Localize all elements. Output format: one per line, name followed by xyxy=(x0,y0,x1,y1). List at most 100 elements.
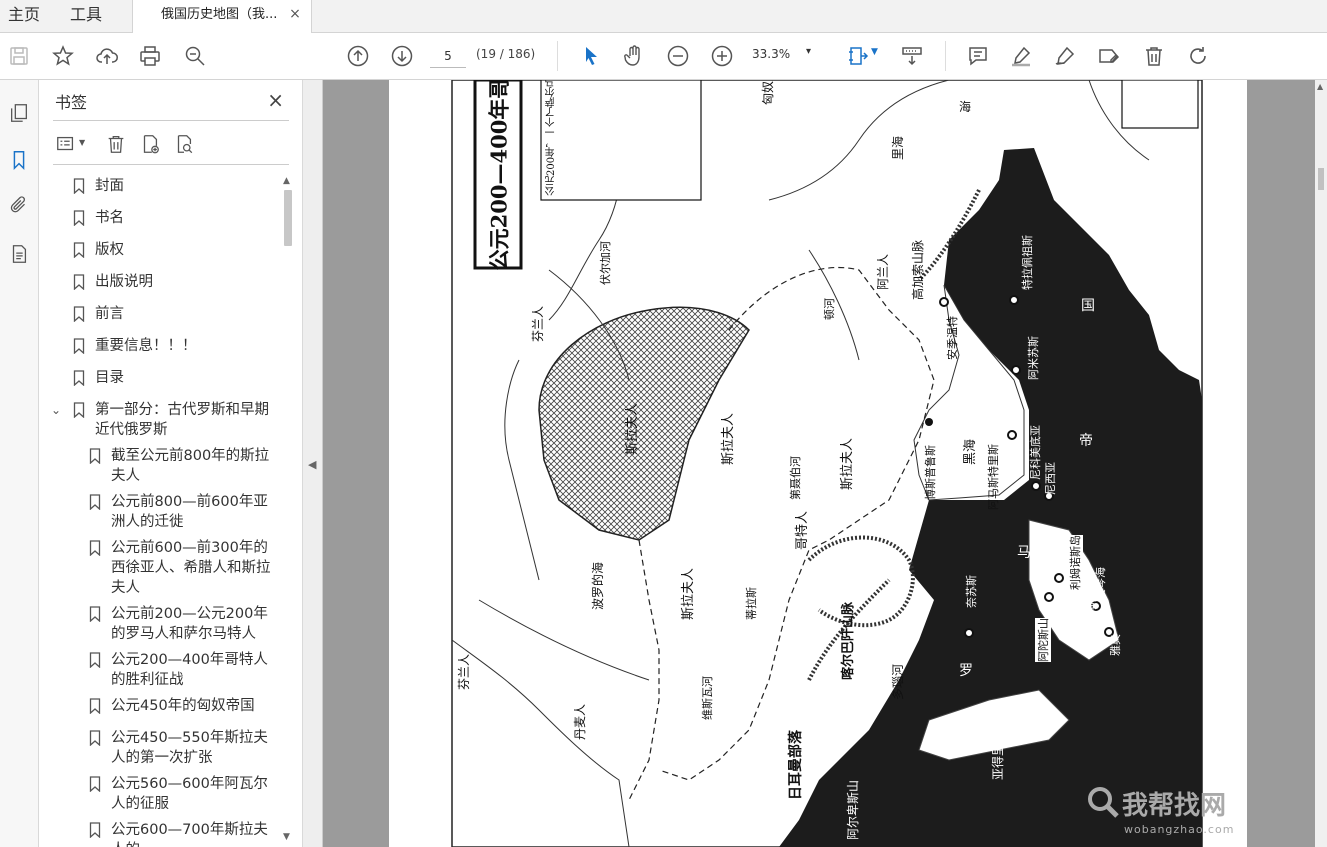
save-icon[interactable] xyxy=(6,43,32,69)
bookmark-icon xyxy=(73,306,85,322)
next-page-icon[interactable] xyxy=(389,43,415,69)
prev-page-icon[interactable] xyxy=(345,43,371,69)
bookmark-label: 公元前800—前600年亚洲人的迁徙 xyxy=(111,494,268,530)
star-icon[interactable] xyxy=(50,43,76,69)
document-scrollbar[interactable]: ▲ xyxy=(1315,80,1327,847)
close-tab-icon[interactable]: × xyxy=(287,6,303,22)
bookmark-icon xyxy=(89,540,101,556)
bookmark-icon xyxy=(73,338,85,354)
page-fit-dropdown-icon[interactable]: ▼ xyxy=(871,47,878,57)
bookmark-item[interactable]: 公元450—550年斯拉夫人的第一次扩张 xyxy=(39,728,279,768)
expand-chevron-icon[interactable]: ⌄ xyxy=(51,400,61,420)
sign-pen-icon[interactable] xyxy=(1052,43,1078,69)
document-icon[interactable] xyxy=(6,241,32,267)
panel-collapse-handle[interactable]: ◀ xyxy=(303,80,323,847)
bookmark-item[interactable]: 公元200—400年哥特人的胜利征战 xyxy=(39,650,279,690)
bookmark-icon xyxy=(89,652,101,668)
bookmark-item[interactable]: 公元600—700年斯拉夫人的... xyxy=(39,820,279,847)
menu-tools[interactable]: 工具 xyxy=(70,0,102,32)
label-alan: 阿兰人 xyxy=(876,253,890,290)
label-roman: 罗 xyxy=(959,663,973,679)
label-finn-2: 芬兰人 xyxy=(457,653,471,690)
upload-cloud-icon[interactable] xyxy=(94,43,120,69)
select-cursor-icon[interactable] xyxy=(578,43,604,69)
bookmark-item[interactable]: 公元前200—公元200年的罗马人和萨尔马特人 xyxy=(39,604,279,644)
options-dropdown-icon[interactable]: ▼ xyxy=(79,138,85,147)
bookmark-toolbar: ▼ xyxy=(53,120,289,165)
bookmark-label: 公元600—700年斯拉夫人的... xyxy=(111,822,268,847)
menu-bar: 主页 工具 俄国历史地图（我... × xyxy=(0,0,1327,33)
bookmark-item[interactable]: 截至公元前800年的斯拉夫人 xyxy=(39,446,279,486)
bookmark-item[interactable]: 版权 xyxy=(39,240,279,260)
close-panel-icon[interactable]: × xyxy=(267,88,284,112)
label-carpathian: 喀尔巴阡山脉 xyxy=(841,601,856,680)
menu-home[interactable]: 主页 xyxy=(8,0,40,32)
page-total: (19 / 186) xyxy=(476,47,536,61)
bookmark-icon[interactable] xyxy=(6,147,32,173)
edit-tag-icon[interactable] xyxy=(1096,43,1122,69)
bookmark-label: 第一部分：古代罗斯和早期近代俄罗斯 xyxy=(95,402,269,438)
bookmark-label: 出版说明 xyxy=(95,274,153,290)
toolbar: (19 / 186) 33.3% ▾ ▼ xyxy=(0,33,1327,80)
scroll-thumb[interactable] xyxy=(284,190,292,246)
document-tab[interactable]: 俄国历史地图（我... × xyxy=(132,0,312,33)
page-number-input[interactable] xyxy=(430,44,466,68)
map-note-text: 公元200年，一个了萨尔马特人，并海沿岸。公元251年杀死了罗马皇帝德间，他们频… xyxy=(545,80,697,196)
search-zoom-icon[interactable] xyxy=(182,43,208,69)
doc-scroll-up-icon[interactable]: ▲ xyxy=(1317,82,1323,91)
print-icon[interactable] xyxy=(137,43,163,69)
highlight-pen-icon[interactable] xyxy=(1008,43,1034,69)
bookmark-icon xyxy=(73,274,85,290)
document-scroll-thumb[interactable] xyxy=(1318,168,1324,190)
bookmark-item[interactable]: 出版说明 xyxy=(39,272,279,292)
bookmark-label: 截至公元前800年的斯拉夫人 xyxy=(111,448,270,484)
bookmark-item[interactable]: ⌄ 第一部分：古代罗斯和早期近代俄罗斯 xyxy=(39,400,279,440)
page-fit-icon[interactable] xyxy=(845,43,871,69)
bookmark-item[interactable]: 封面 xyxy=(39,176,279,196)
scroll-down-icon[interactable]: ▼ xyxy=(283,832,290,842)
label-volga: 伏尔加河 xyxy=(599,241,612,285)
rotate-icon[interactable] xyxy=(1185,43,1211,69)
scroll-up-icon[interactable]: ▲ xyxy=(283,176,290,186)
zoom-level[interactable]: 33.3% xyxy=(752,47,790,61)
scroll-mode-icon[interactable] xyxy=(899,43,925,69)
delete-icon[interactable] xyxy=(1141,43,1167,69)
zoom-in-icon[interactable] xyxy=(709,43,735,69)
document-viewer[interactable]: 公元200—400年哥 公元200年，一个了萨尔马特人，并海沿岸。公元251年杀… xyxy=(323,80,1315,847)
document-page: 公元200—400年哥 公元200年，一个了萨尔马特人，并海沿岸。公元251年杀… xyxy=(389,80,1247,847)
attachment-icon[interactable] xyxy=(6,193,32,219)
label-ma: 马 xyxy=(1017,545,1031,561)
bookmark-item[interactable]: 公元前800—前600年亚洲人的迁徙 xyxy=(39,492,279,532)
bookmark-item[interactable]: 书名 xyxy=(39,208,279,228)
hand-tool-icon[interactable] xyxy=(621,43,647,69)
map-title-text: 公元200—400年哥 xyxy=(486,80,512,271)
new-bookmark-icon[interactable] xyxy=(137,131,163,157)
bookmark-item[interactable]: 公元450年的匈奴帝国 xyxy=(39,696,279,716)
zoom-dropdown-icon[interactable]: ▾ xyxy=(806,46,811,57)
bookmarks-panel: 书签 × ▼ 封面 书名 版权 出版说明 前言 重要信息！！！ 目录 ⌄ 第一部分：古代罗斯和早… xyxy=(39,80,303,847)
bookmark-scrollbar[interactable]: ▲ ▼ xyxy=(281,176,295,847)
label-finn: 芬兰人 xyxy=(531,305,545,342)
label-athos: 阿陀斯山 xyxy=(1035,618,1051,662)
pages-icon[interactable] xyxy=(6,100,32,126)
delete-bookmark-icon[interactable] xyxy=(103,131,129,157)
label-amisus: 阿米苏斯 xyxy=(1027,336,1040,380)
label-corinth: 科林斯 xyxy=(1085,599,1098,632)
bookmark-item[interactable]: 公元前600—前300年的西徐亚人、希腊人和斯拉夫人 xyxy=(39,538,279,598)
bookmark-icon xyxy=(73,370,85,386)
bookmark-item[interactable]: 前言 xyxy=(39,304,279,324)
find-bookmark-icon[interactable] xyxy=(171,131,197,157)
label-germanic: 日耳曼部落 xyxy=(788,730,804,800)
collapse-arrow-icon[interactable]: ◀ xyxy=(308,458,316,471)
label-trapezus: 特拉佩祖斯 xyxy=(1021,235,1034,290)
label-vistula: 维斯瓦河 xyxy=(701,676,714,720)
bookmark-icon xyxy=(89,448,101,464)
comment-icon[interactable] xyxy=(965,43,991,69)
bookmark-item[interactable]: 目录 xyxy=(39,368,279,388)
left-icon-rail xyxy=(0,80,39,847)
bookmark-item[interactable]: 重要信息！！！ xyxy=(39,336,279,356)
bookmark-options-icon[interactable] xyxy=(53,131,79,157)
bookmark-item[interactable]: 公元560—600年阿瓦尔人的征服 xyxy=(39,774,279,814)
zoom-out-icon[interactable] xyxy=(665,43,691,69)
label-don: 顿河 xyxy=(823,298,836,320)
